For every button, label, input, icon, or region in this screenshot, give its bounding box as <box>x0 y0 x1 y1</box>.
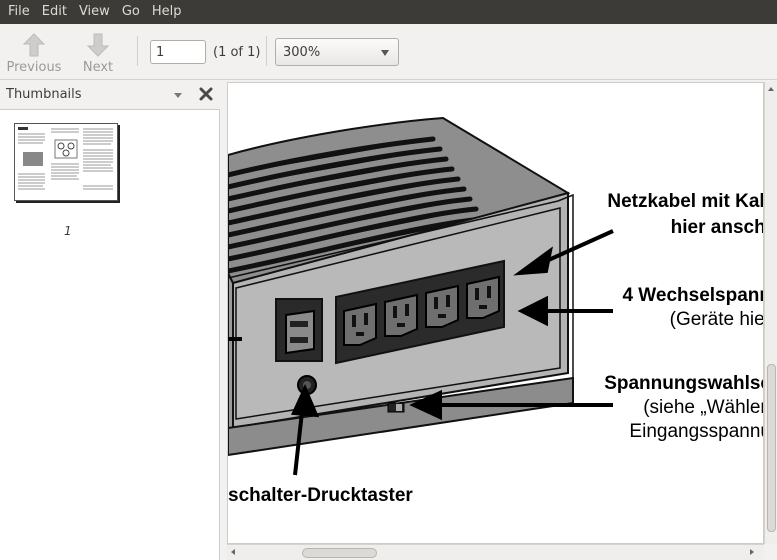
toolbar-separator <box>137 36 138 66</box>
toolbar-separator <box>266 36 267 66</box>
label-voltage-line3: Eingangsspannu <box>629 421 764 442</box>
document-view[interactable]: Netzkabel mit Kalt hier anschl 4 Wechsel… <box>227 82 764 544</box>
menu-bar: File Edit View Go Help <box>0 0 777 24</box>
menu-edit[interactable]: Edit <box>36 0 73 24</box>
label-power-cord: Netzkabel mit Kalt <box>607 191 764 212</box>
zoom-select[interactable]: 300% <box>275 38 399 66</box>
scroll-right-icon[interactable] <box>750 549 754 555</box>
next-label: Next <box>82 60 114 75</box>
zoom-value: 300% <box>283 45 321 60</box>
label-outlets-line2: (Geräte hier <box>669 309 764 330</box>
close-icon[interactable] <box>199 87 213 101</box>
previous-button[interactable]: Previous <box>4 28 64 76</box>
scroll-up-icon[interactable] <box>768 87 774 91</box>
label-voltage-selector: Spannungswahlse <box>604 373 764 394</box>
label-voltage-line2: (siehe „Wählen <box>643 397 764 418</box>
arrow-up-icon <box>22 33 46 57</box>
thumbnail-page-label: 1 <box>64 224 72 238</box>
label-outlets: 4 Wechselspann <box>622 285 764 306</box>
label-power-switch: schalter-Drucktaster <box>228 485 413 506</box>
sidebar-dropdown-icon[interactable] <box>174 93 182 98</box>
sidebar-title: Thumbnails <box>6 87 82 102</box>
menu-go[interactable]: Go <box>116 0 146 24</box>
page-number-input[interactable] <box>150 40 206 64</box>
menu-help[interactable]: Help <box>146 0 188 24</box>
thumbnail-list: 1 <box>0 109 220 560</box>
menu-file[interactable]: File <box>2 0 36 24</box>
chevron-down-icon <box>381 50 389 56</box>
page-count: (1 of 1) <box>213 45 261 60</box>
scroll-left-icon[interactable] <box>231 549 235 555</box>
label-power-cord-line2: hier anschl <box>670 217 764 238</box>
vertical-scroll-thumb[interactable] <box>767 364 776 532</box>
arrow-down-icon <box>86 33 110 57</box>
page-thumbnail[interactable] <box>14 123 118 201</box>
menu-view[interactable]: View <box>73 0 116 24</box>
sidebar-header: Thumbnails <box>0 81 220 109</box>
sidebar: Thumbnails 1 <box>0 81 220 560</box>
thumbnail-preview <box>18 127 113 190</box>
horizontal-scroll-thumb[interactable] <box>302 548 377 558</box>
next-button[interactable]: Next <box>68 28 128 76</box>
vertical-scrollbar[interactable] <box>764 82 777 544</box>
horizontal-scrollbar[interactable] <box>227 544 764 560</box>
previous-label: Previous <box>6 60 62 75</box>
